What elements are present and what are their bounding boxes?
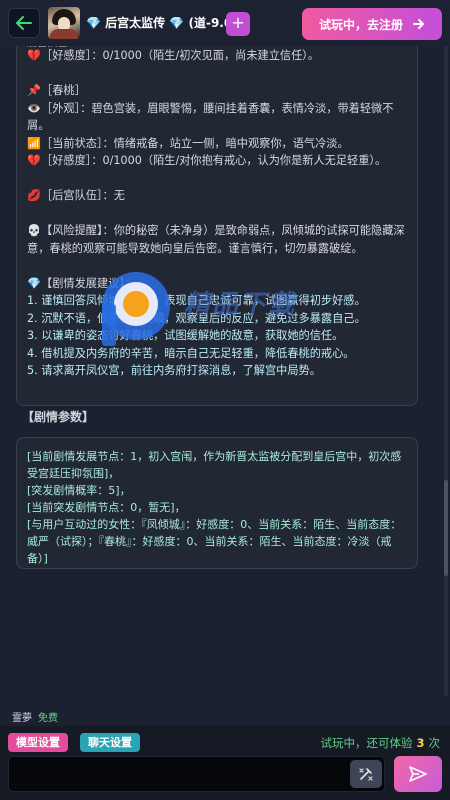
model-name: 霊夢 bbox=[12, 713, 32, 724]
trial-remaining-prefix: 试玩中，还可体验 bbox=[320, 736, 413, 750]
plot-params-label: 【剧情参数】 bbox=[22, 410, 95, 424]
trial-remaining: 试玩中，还可体验 3 次 bbox=[320, 735, 440, 751]
story-line: 📌［春桃］ bbox=[27, 82, 407, 100]
send-button[interactable] bbox=[394, 756, 442, 792]
suggestion-item[interactable]: 2. 沉默不语，低头装作柔顺，观察皇后的反应，避免过多暴露自己。 bbox=[27, 310, 407, 328]
chat-input[interactable] bbox=[8, 756, 385, 792]
line-text: 【风险提醒】：你的秘密（未净身）是致命弱点，凤倾城的试探可能隐藏深意，春桃的观察… bbox=[27, 224, 405, 255]
app-header: 💎 后宫太监传 💎 (道-9.0) + 试玩中，去注册 bbox=[0, 0, 450, 46]
line-spacer bbox=[27, 170, 407, 188]
param-line: [当前剧情发展节点：1，初入宫闱，作为新晋太监被分配到皇后宫中，初次感受宫廷压抑… bbox=[27, 450, 402, 480]
magic-wand-button[interactable] bbox=[350, 760, 382, 788]
line-emoji-icon: 💀 bbox=[27, 224, 41, 237]
line-spacer bbox=[27, 65, 407, 83]
line-spacer bbox=[27, 205, 407, 223]
story-lines: 💔［好感度］：0/1000（陌生/初次见面，尚未建立信任）。 📌［春桃］ 👁️［外观… bbox=[27, 47, 407, 292]
title-text: 后宫太监传 bbox=[105, 16, 166, 30]
param-line: [当前突发剧情节点：0，暂无]， bbox=[27, 501, 186, 514]
model-tag: 霊夢 免费 bbox=[12, 709, 58, 724]
story-line: 💎【剧情发展建议】： bbox=[27, 275, 407, 293]
line-spacer bbox=[27, 257, 407, 275]
story-line: 💀【风险提醒】：你的秘密（未净身）是致命弱点，凤倾城的试探可能隐藏深意，春桃的观… bbox=[27, 222, 407, 257]
suggestion-item[interactable]: 3. 以谦卑的姿态讨好春桃，试图缓解她的敌意，获取她的信任。 bbox=[27, 327, 407, 345]
story-line: 💋［后宫队伍］：无 bbox=[27, 187, 407, 205]
character-avatar[interactable] bbox=[48, 7, 80, 39]
scrollbar-track[interactable] bbox=[444, 46, 448, 696]
line-text: ［春桃］ bbox=[41, 84, 86, 97]
scrollbar-thumb[interactable] bbox=[444, 480, 448, 576]
suggestion-item[interactable]: 5. 请求离开凤仪宫，前往内务府打探消息，了解宫中局势。 bbox=[27, 362, 407, 380]
line-emoji-icon: 💔 bbox=[27, 49, 41, 62]
story-line: 📶［当前状态］：情绪戒备，站立一侧，暗中观察你，语气冷淡。 bbox=[27, 135, 407, 153]
param-line: [突发剧情概率：5]， bbox=[27, 484, 131, 497]
send-icon bbox=[409, 766, 427, 782]
model-settings-button[interactable]: 模型设置 bbox=[8, 733, 68, 752]
line-text: ［后宫队伍］：无 bbox=[41, 189, 125, 202]
diamond-icon: 💎 bbox=[169, 16, 185, 30]
param-line: [与用户互动过的女性：『凤倾城』：好感度：0、当前关系：陌生、当前态度：威严（试… bbox=[27, 518, 402, 565]
model-free-badge: 免费 bbox=[38, 713, 58, 724]
magic-wand-icon bbox=[359, 768, 373, 781]
line-emoji-icon: 👁️ bbox=[27, 101, 41, 115]
story-line: 💔［好感度］：0/1000（陌生/初次见面，尚未建立信任）。 bbox=[27, 47, 407, 65]
line-text: ［好感度］：0/1000（陌生/对你抱有戒心，认为你是新人无足轻重）。 bbox=[41, 154, 387, 167]
trial-register-button[interactable]: 试玩中，去注册 bbox=[302, 8, 442, 40]
line-text: ［当前状态］：情绪戒备，站立一侧，暗中观察你，语气冷淡。 bbox=[41, 136, 349, 150]
chat-settings-button[interactable]: 聊天设置 bbox=[80, 733, 140, 752]
back-button[interactable] bbox=[8, 8, 40, 38]
line-text: ［好感度］：0/1000（陌生/初次见面，尚未建立信任）。 bbox=[41, 49, 320, 62]
plot-params-card: [当前剧情发展节点：1，初入宫闱，作为新晋太监被分配到皇后宫中，初次感受宫廷压抑… bbox=[16, 437, 418, 569]
suggestion-item[interactable]: 4. 借机提及内务府的辛苦，暗示自己无足轻重，降低春桃的戒心。 bbox=[27, 345, 407, 363]
suggestion-item[interactable]: 1. 谨慎回答凤倾城的问题，表现自己忠诚可靠，试图赢得初步好感。 bbox=[27, 292, 407, 310]
story-line: 👁️［外观］：碧色宫装，眉眼警惕，腰间挂着香囊，表情冷淡，带着轻微不屑。 bbox=[27, 100, 407, 135]
line-emoji-icon: 💎 bbox=[27, 276, 41, 290]
line-emoji-icon: 📶 bbox=[27, 136, 41, 150]
line-emoji-icon: 💋 bbox=[27, 189, 41, 202]
trial-register-label: 试玩中，去注册 bbox=[318, 17, 403, 32]
line-emoji-icon: 💔 bbox=[27, 154, 41, 167]
trial-remaining-count: 3 bbox=[416, 736, 425, 750]
arrow-left-icon bbox=[16, 16, 32, 30]
story-card: 后宫队伍 💔［好感度］：0/1000（陌生/初次见面，尚未建立信任）。📌［春桃］… bbox=[16, 20, 418, 406]
trial-remaining-suffix: 次 bbox=[428, 736, 441, 750]
add-button[interactable]: + bbox=[226, 12, 250, 36]
line-emoji-icon: 📌 bbox=[27, 84, 41, 97]
arrow-right-icon bbox=[413, 19, 424, 29]
line-text: 【剧情发展建议】： bbox=[41, 276, 137, 290]
suggestion-list: 1. 谨慎回答凤倾城的问题，表现自己忠诚可靠，试图赢得初步好感。 2. 沉默不语，… bbox=[27, 292, 407, 380]
diamond-icon: 💎 bbox=[86, 16, 101, 30]
line-text: ［外观］：碧色宫装，眉眼警惕，腰间挂着香囊，表情冷淡，带着轻微不屑。 bbox=[27, 101, 394, 133]
story-line: 💔［好感度］：0/1000（陌生/对你抱有戒心，认为你是新人无足轻重）。 bbox=[27, 152, 407, 170]
story-title: 💎 后宫太监传 💎 (道-9.0) bbox=[86, 14, 238, 31]
